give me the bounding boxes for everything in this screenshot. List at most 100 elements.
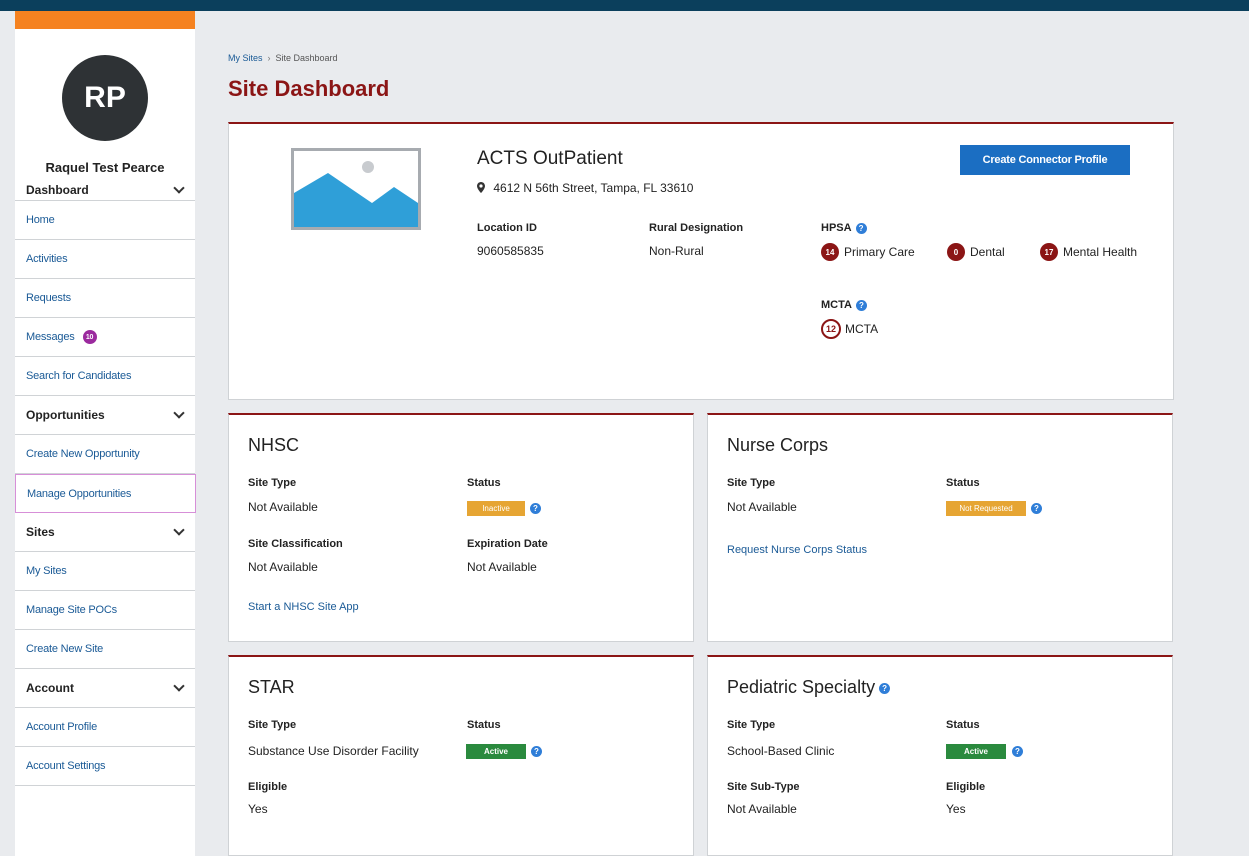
mcta-label-text: MCTA: [821, 299, 852, 311]
hpsa-count-badge: 17: [1040, 243, 1058, 261]
status-badge: Active: [466, 744, 526, 759]
sidebar-item-account-profile[interactable]: Account Profile: [15, 708, 195, 747]
chevron-down-icon[interactable]: [173, 181, 185, 194]
breadcrumb-separator: ›: [267, 53, 271, 63]
site-type-value: Substance Use Disorder Facility: [248, 744, 419, 758]
hpsa-mental-health: 17 Mental Health: [1040, 243, 1137, 261]
card-title: NHSC: [248, 435, 300, 455]
map-pin-icon: [477, 181, 493, 195]
sidebar-nav: Dashboard Home Activities Requests Messa…: [15, 179, 196, 786]
breadcrumb-current: Site Dashboard: [275, 53, 338, 63]
hpsa-label: HPSA?: [821, 222, 867, 234]
sidebar-item-create-site[interactable]: Create New Site: [15, 630, 195, 669]
hpsa-item-label: Primary Care: [844, 245, 915, 259]
hpsa-label-text: HPSA: [821, 222, 852, 234]
sidebar-accent-bar: [15, 11, 195, 29]
sidebar-item-manage-opportunities[interactable]: Manage Opportunities: [15, 474, 196, 513]
sidebar-item-requests[interactable]: Requests: [15, 279, 195, 318]
site-name: ACTS OutPatient: [477, 148, 623, 169]
hpsa-item-label: Mental Health: [1063, 245, 1138, 259]
nav-section-label: Dashboard: [26, 182, 89, 197]
hpsa-count-badge: 0: [947, 243, 965, 261]
sidebar-item-create-opportunity[interactable]: Create New Opportunity: [15, 435, 195, 474]
card-title: STAR: [248, 677, 295, 697]
site-type-value: School-Based Clinic: [727, 744, 835, 758]
rural-designation-value: Non-Rural: [649, 244, 704, 258]
nav-section-account[interactable]: Account: [15, 669, 195, 708]
expiration-date-value: Not Available: [467, 560, 537, 574]
status-badge: Not Requested: [946, 501, 1026, 516]
nav-section-label: Sites: [26, 525, 55, 539]
avatar[interactable]: RP: [62, 55, 148, 141]
sidebar-item-manage-site-pocs[interactable]: Manage Site POCs: [15, 591, 195, 630]
info-icon[interactable]: ?: [1012, 746, 1023, 757]
site-type-label: Site Type: [727, 477, 776, 489]
info-icon[interactable]: ?: [1031, 503, 1042, 514]
chevron-down-icon[interactable]: [173, 524, 185, 536]
pediatric-specialty-card: Pediatric Specialty? Site Type School-Ba…: [707, 655, 1173, 856]
messages-count-badge: 10: [82, 330, 97, 344]
mcta-label: MCTA?: [821, 299, 867, 311]
card-title: Nurse Corps: [727, 435, 829, 455]
nav-section-opportunities[interactable]: Opportunities: [15, 396, 195, 435]
top-header-bar: [0, 0, 1249, 11]
breadcrumb: My Sites › Site Dashboard: [228, 53, 338, 63]
eligible-value: Yes: [946, 802, 966, 816]
hpsa-primary-care: 14 Primary Care: [821, 243, 915, 261]
image-placeholder-icon: [291, 148, 421, 230]
expiration-date-label: Expiration Date: [467, 538, 548, 550]
site-type-label: Site Type: [248, 719, 297, 731]
info-icon[interactable]: ?: [855, 299, 867, 311]
card-title-text: Pediatric Specialty: [727, 677, 876, 697]
eligible-label: Eligible: [946, 781, 986, 793]
sidebar-item-search-candidates[interactable]: Search for Candidates: [15, 357, 195, 396]
nav-section-label: Opportunities: [26, 408, 105, 422]
sidebar-item-label: Messages: [26, 331, 75, 343]
site-type-label: Site Type: [727, 719, 776, 731]
rural-designation-label: Rural Designation: [649, 222, 744, 234]
star-card: STAR Site Type Substance Use Disorder Fa…: [228, 655, 694, 856]
sidebar-item-messages[interactable]: Messages 10: [15, 318, 195, 357]
status-label: Status: [467, 477, 501, 489]
breadcrumb-link-my-sites[interactable]: My Sites: [228, 53, 263, 63]
sidebar-item-activities[interactable]: Activities: [15, 240, 195, 279]
info-icon[interactable]: ?: [530, 503, 541, 514]
user-name: Raquel Test Pearce: [45, 160, 165, 175]
site-sub-type-value: Not Available: [727, 802, 797, 816]
mcta-item: 12 MCTA: [821, 319, 878, 339]
status-label: Status: [467, 719, 501, 731]
chevron-down-icon[interactable]: [173, 407, 185, 419]
site-classification-value: Not Available: [248, 560, 318, 574]
hpsa-dental: 0 Dental: [947, 243, 1005, 261]
start-nhsc-site-app-link[interactable]: Start a NHSC Site App: [248, 601, 359, 613]
page-title: Site Dashboard: [228, 76, 390, 101]
create-connector-profile-button[interactable]: Create Connector Profile: [960, 145, 1130, 175]
site-address-text: 4612 N 56th Street, Tampa, FL 33610: [493, 181, 694, 195]
site-type-value: Not Available: [727, 500, 797, 514]
hpsa-count-badge: 14: [821, 243, 839, 261]
sidebar-item-account-settings[interactable]: Account Settings: [15, 747, 195, 786]
site-sub-type-label: Site Sub-Type: [727, 781, 800, 793]
eligible-value: Yes: [248, 802, 268, 816]
nav-section-dashboard[interactable]: Dashboard: [15, 179, 195, 201]
info-icon[interactable]: ?: [855, 222, 867, 234]
chevron-down-icon[interactable]: [173, 680, 185, 692]
site-type-label: Site Type: [248, 477, 297, 489]
location-id-value: 9060585835: [477, 244, 544, 258]
status-badge: Inactive: [467, 501, 525, 516]
sidebar-item-home[interactable]: Home: [15, 201, 195, 240]
request-nurse-corps-status-link[interactable]: Request Nurse Corps Status: [727, 544, 867, 556]
hpsa-item-label: Dental: [970, 245, 1005, 259]
site-address: 4612 N 56th Street, Tampa, FL 33610: [477, 181, 693, 195]
status-label: Status: [946, 719, 980, 731]
nav-section-sites[interactable]: Sites: [15, 513, 195, 552]
mcta-item-label: MCTA: [845, 322, 879, 336]
info-icon[interactable]: ?: [531, 746, 542, 757]
mcta-count-badge: 12: [821, 319, 841, 339]
status-badge: Active: [946, 744, 1006, 759]
card-title: Pediatric Specialty?: [727, 677, 891, 698]
info-icon[interactable]: ?: [879, 682, 891, 694]
nav-section-label: Account: [26, 681, 74, 695]
sidebar: RP Raquel Test Pearce Dashboard Home Act…: [15, 11, 196, 856]
sidebar-item-my-sites[interactable]: My Sites: [15, 552, 195, 591]
